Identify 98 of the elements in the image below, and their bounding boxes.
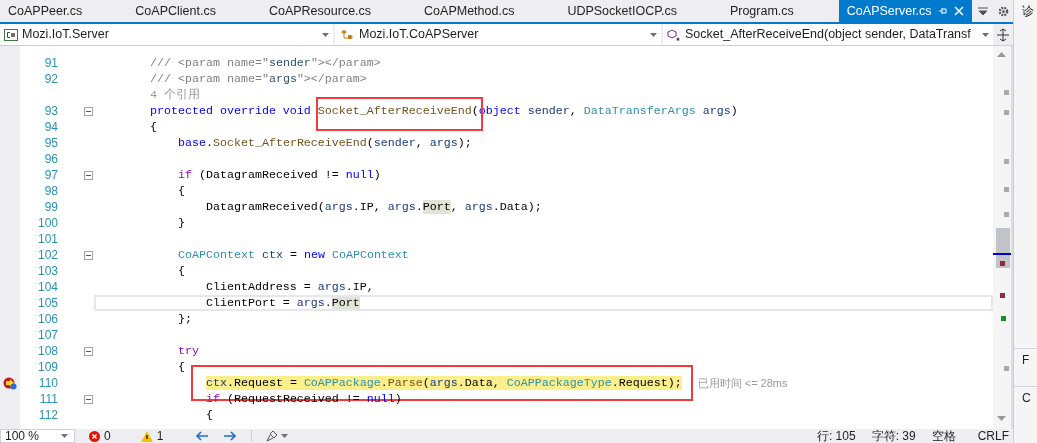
line-number: 98 [43,183,58,199]
code-line: DatagramReceived(args.IP, args.Port, args.Data); [204,199,542,215]
type-dropdown[interactable]: Mozi.IoT.CoAPServer [335,24,663,45]
warning-count[interactable]: 1 [156,429,164,443]
back-arrow-icon[interactable] [195,431,210,441]
caret-icon [322,32,329,37]
code-editor[interactable] [0,46,993,429]
code-line: } [176,215,185,231]
code-line: try [176,343,199,359]
scrollbar-marker [1004,90,1009,95]
line-number: 110 [37,375,58,391]
csharp-file-icon [4,28,18,41]
vertical-scrollbar[interactable] [993,46,1013,429]
column-indicator: 字符: 39 [871,429,916,443]
caret-icon [650,32,657,37]
line-number: 95 [43,135,58,151]
line-number: 96 [43,151,58,167]
line-number: 97 [43,167,58,183]
line-number: 92 [43,71,58,87]
collapse-icon[interactable] [84,170,93,180]
scroll-thumb[interactable] [996,228,1010,268]
line-number: 93 [43,103,58,119]
brush-icon[interactable] [266,430,279,442]
code-line: if (DatagramReceived != null) [176,167,381,183]
code-line: { [176,359,185,375]
scrollbar-marker [1004,187,1009,192]
line-number: 105 [36,295,58,311]
member-dropdown[interactable]: Socket_AfterReceiveEnd(object sender, DataTransf [663,24,993,45]
line-number: 107 [36,327,58,343]
line-number: 108 [36,343,58,359]
line-number: 100 [36,215,58,231]
scroll-up-icon[interactable] [997,52,1006,57]
settings-icon[interactable] [998,5,1009,17]
code-line: { [176,263,185,279]
line-number: 112 [37,407,58,423]
line-number: 99 [43,199,58,215]
scrollbar-marker [1000,261,1005,266]
code-line: base.Socket_AfterReceiveEnd(sender, args); [176,135,472,151]
caret-position-marker [993,253,1011,255]
zoom-dropdown[interactable]: 100 % [0,429,75,443]
code-line: { [148,119,157,135]
pin-icon[interactable] [937,6,948,16]
breakpoint-icon[interactable] [3,376,17,390]
panel-label[interactable]: F [1022,350,1030,369]
code-line: /// <param name="args"></param> [148,71,367,87]
code-line: ClientPort = args.Port [204,295,360,311]
line-number: 104 [36,279,58,295]
line-number: 111 [38,391,58,407]
class-icon [339,28,355,41]
line-number: 103 [36,263,58,279]
line-indicator: 行: 105 [816,429,856,443]
code-line: ClientAddress = args.IP, [204,279,374,295]
collapse-icon[interactable] [84,106,93,116]
code-line: }; [176,311,192,327]
close-icon[interactable] [953,6,964,16]
forward-arrow-icon[interactable] [223,431,238,441]
project-dropdown[interactable]: Mozi.IoT.Server [0,24,335,45]
line-ending-indicator: CRLF [977,429,1009,443]
method-icon [667,28,681,41]
collapse-icon[interactable] [84,346,93,356]
scroll-down-icon[interactable] [997,416,1006,421]
line-number: 106 [36,311,58,327]
line-number: 91 [43,55,58,71]
caret-icon [982,32,989,37]
file-tab[interactable]: CoAPMethod.cs [416,0,560,22]
split-icon[interactable] [997,27,1009,42]
caret-icon [281,434,289,438]
warning-icon[interactable] [140,430,153,442]
performance-tip: 已用时间 <= 28ms [697,375,788,391]
scrollbar-marker [1000,293,1005,298]
collapse-icon[interactable] [84,250,93,260]
code-line: CoAPContext ctx = new CoAPContext [176,247,409,263]
caret-icon [61,434,68,438]
line-number: 102 [36,247,58,263]
file-tab[interactable]: UDPSocketIOCP.cs [559,0,722,22]
scrollbar-marker [1004,110,1009,115]
line-number: 94 [43,119,58,135]
file-tab[interactable]: CoAPPeer.cs [0,0,128,22]
scrollbar-marker [1004,212,1009,217]
code-line: { [176,183,185,199]
collapse-icon[interactable] [84,394,93,404]
indent-indicator: 空格 [931,429,956,443]
error-icon[interactable] [89,430,100,442]
line-number: 101 [36,231,58,247]
file-tab[interactable]: CoAPResource.cs [260,0,417,22]
error-count[interactable]: 0 [104,429,111,443]
file-tab[interactable]: Program.cs [721,0,839,22]
file-tab[interactable]: CoAPServer.cs [838,0,972,22]
code-line: /// <param name="sender"></param> [148,55,381,71]
scrollbar-marker [1004,159,1009,164]
scrollbar-marker [1001,316,1006,321]
scrollbar-marker [1004,366,1009,371]
dropdown-icon[interactable] [978,6,988,16]
line-number: 109 [36,359,58,375]
code-line: { [204,407,213,423]
panel-label[interactable]: 诊 [1022,2,1034,20]
file-tab[interactable]: CoAPClient.cs [127,0,261,22]
panel-label[interactable]: C [1022,388,1031,407]
